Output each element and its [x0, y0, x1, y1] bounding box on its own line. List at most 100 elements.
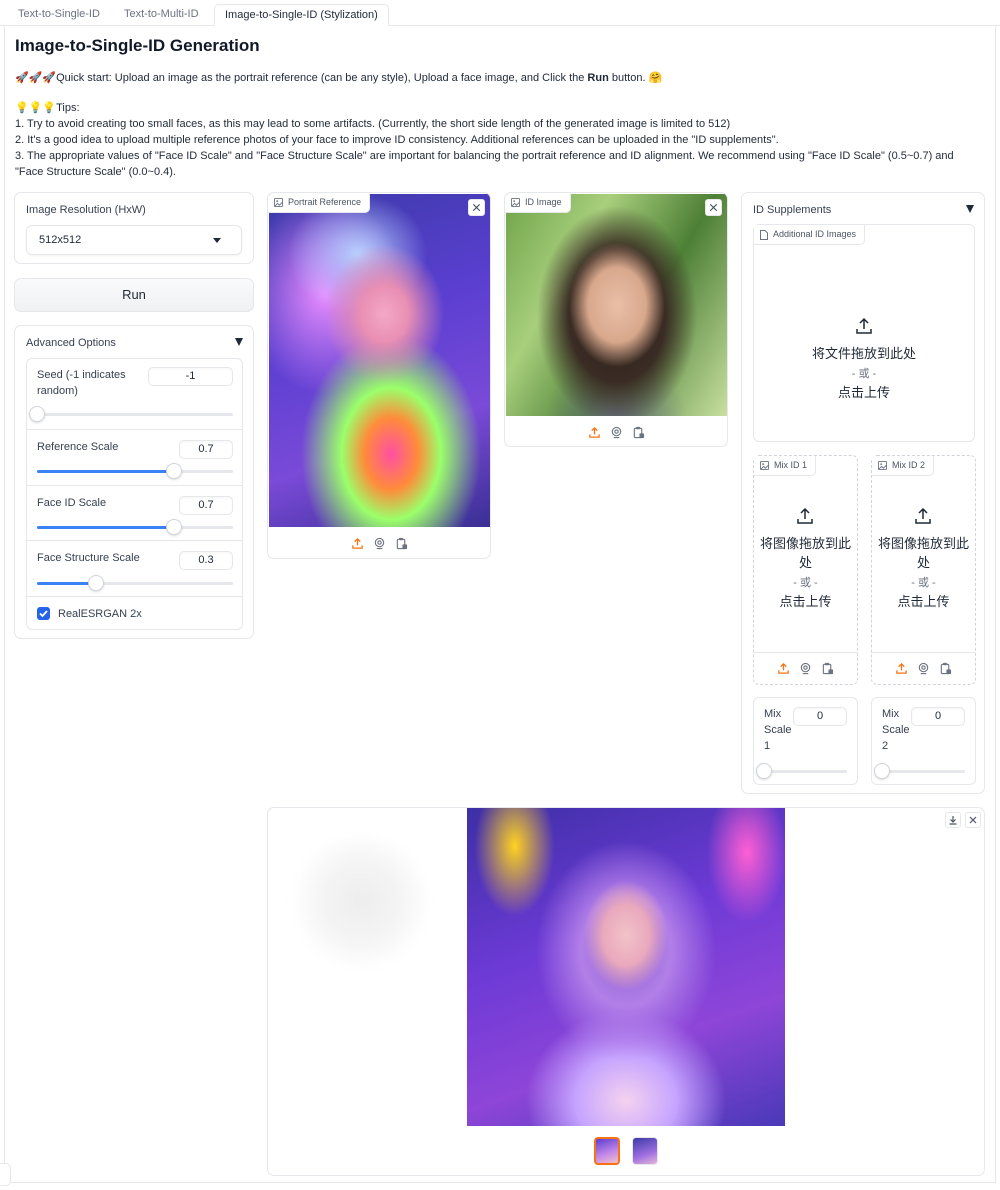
- tip-1: 1. Try to avoid creating too small faces…: [15, 118, 731, 130]
- additional-id-images-tag: Additional ID Images: [754, 225, 866, 245]
- face-structure-scale-label: Face Structure Scale: [37, 552, 140, 564]
- generated-image[interactable]: [467, 808, 785, 1126]
- upload-icon[interactable]: [351, 537, 364, 550]
- webcam-icon[interactable]: [610, 426, 623, 439]
- realesrgan-checkbox[interactable]: [37, 607, 50, 620]
- mix-scale-1-box: Mix Scale 1 0: [753, 697, 858, 785]
- download-icon[interactable]: [945, 812, 961, 828]
- gallery-thumbnail-2[interactable]: [632, 1137, 658, 1165]
- portrait-reference-panel: Portrait Reference: [267, 192, 491, 559]
- image-icon: [878, 461, 887, 470]
- webcam-icon[interactable]: [799, 662, 812, 675]
- portrait-reference-close-icon[interactable]: [468, 199, 485, 216]
- upload-icon[interactable]: [895, 662, 908, 675]
- seed-input[interactable]: -1: [148, 367, 233, 386]
- advanced-options-title[interactable]: Advanced Options: [26, 337, 116, 349]
- mix-id-2-dropzone[interactable]: Mix ID 2 将图像拖放到此 处 - 或 - 点击上传: [871, 455, 976, 685]
- face-structure-scale-slider[interactable]: [37, 575, 233, 591]
- side-handle[interactable]: [0, 1163, 11, 1186]
- realesrgan-row[interactable]: RealESRGAN 2x: [27, 597, 242, 630]
- image-icon: [274, 198, 283, 207]
- run-button[interactable]: Run: [14, 278, 254, 312]
- portrait-reference-label: Portrait Reference: [288, 197, 362, 207]
- portrait-reference-image: [269, 194, 490, 527]
- seed-label: Seed (-1 indicates random): [37, 369, 126, 397]
- id-supplements-title[interactable]: ID Supplements: [753, 204, 831, 216]
- face-structure-scale-input[interactable]: 0.3: [179, 551, 233, 570]
- face-id-scale-label: Face ID Scale: [37, 497, 107, 509]
- face-structure-scale-slider-handle[interactable]: [87, 575, 104, 591]
- seed-slider-handle[interactable]: [29, 406, 45, 422]
- resolution-select[interactable]: 512x512: [26, 225, 242, 255]
- mix-id-2-label: Mix ID 2: [892, 460, 926, 470]
- realesrgan-label: RealESRGAN 2x: [58, 608, 142, 620]
- mix-scale-2-label-line1: Mix: [882, 708, 900, 720]
- tips-header: 💡💡💡Tips:: [15, 102, 80, 114]
- mix-scale-2-slider[interactable]: [874, 763, 965, 779]
- mix-scale-1-input[interactable]: 0: [793, 707, 847, 726]
- tab-text-to-multi-id[interactable]: Text-to-Multi-ID: [114, 4, 209, 26]
- mix-scale-1-label: Mix Scale 1: [764, 706, 792, 754]
- clipboard-icon[interactable]: [632, 426, 645, 439]
- page-title: Image-to-Single-ID Generation: [15, 36, 260, 55]
- mix-id-1-drop-line2: 处: [798, 555, 812, 570]
- clipboard-icon[interactable]: [821, 662, 834, 675]
- gallery-thumbnail-1[interactable]: [594, 1137, 620, 1165]
- reference-scale-row: Reference Scale 0.7: [27, 430, 242, 486]
- webcam-icon[interactable]: [917, 662, 930, 675]
- webcam-icon[interactable]: [373, 537, 386, 550]
- quick-start-post: button. 🤗: [608, 72, 663, 84]
- face-structure-scale-row: Face Structure Scale 0.3: [27, 541, 242, 597]
- mix-scale-1-slider[interactable]: [756, 763, 847, 779]
- mix-id-1-tag: Mix ID 1: [754, 456, 817, 476]
- image-icon: [511, 198, 520, 207]
- mix-scale-1-label-line3: 1: [764, 740, 771, 752]
- mix-scale-1-slider-handle[interactable]: [756, 763, 772, 779]
- clipboard-icon[interactable]: [395, 537, 408, 550]
- mix-id-1-drop-line1: 将图像拖放到此: [759, 536, 851, 551]
- resolution-label: Image Resolution (HxW): [26, 204, 146, 216]
- mix-id-1-or-text: - 或 -: [793, 577, 818, 589]
- id-image-label: ID Image: [525, 197, 562, 207]
- upload-icon[interactable]: [588, 426, 601, 439]
- mix-scale-2-slider-handle[interactable]: [874, 763, 890, 779]
- tab-image-to-single-id[interactable]: Image-to-Single-ID (Stylization): [214, 4, 389, 26]
- seed-slider[interactable]: [29, 406, 233, 422]
- mix-scale-2-box: Mix Scale 2 0: [871, 697, 976, 785]
- portrait-reference-tag: Portrait Reference: [268, 193, 371, 213]
- check-icon: [39, 610, 48, 618]
- upload-icon: [915, 507, 931, 524]
- additional-id-images-dropzone[interactable]: Additional ID Images 将文件拖放到此处 - 或 - 点击上传: [753, 224, 975, 442]
- resolution-panel: Image Resolution (HxW) 512x512: [14, 192, 254, 264]
- close-icon[interactable]: [965, 812, 981, 828]
- id-supplements-panel: ID Supplements Additional ID Images 将文件拖…: [741, 192, 985, 794]
- quick-start-emoji: 🚀🚀🚀: [15, 72, 57, 84]
- tip-3: 3. The appropriate values of "Face ID Sc…: [15, 150, 954, 178]
- id-image-tag: ID Image: [505, 193, 571, 213]
- resolution-value: 512x512: [39, 234, 82, 246]
- advanced-options-body: Seed (-1 indicates random) -1 Reference …: [26, 358, 243, 630]
- triangle-down-icon[interactable]: [235, 338, 243, 346]
- reference-scale-slider[interactable]: [37, 463, 233, 479]
- triangle-down-icon[interactable]: [966, 205, 974, 213]
- quick-start-pre: Quick start: Upload an image as the port…: [56, 72, 588, 84]
- face-id-scale-row: Face ID Scale 0.7: [27, 486, 242, 541]
- mix-id-2-drop-line1: 将图像拖放到此: [877, 536, 969, 551]
- reference-scale-input[interactable]: 0.7: [179, 440, 233, 459]
- clipboard-icon[interactable]: [939, 662, 952, 675]
- reference-scale-slider-handle[interactable]: [166, 463, 183, 479]
- upload-icon[interactable]: [777, 662, 790, 675]
- file-icon: [760, 229, 768, 240]
- face-id-scale-slider-handle[interactable]: [166, 519, 183, 535]
- mix-scale-2-input[interactable]: 0: [911, 707, 965, 726]
- mix-id-1-dropzone[interactable]: Mix ID 1 将图像拖放到此 处 - 或 - 点击上传: [753, 455, 858, 685]
- id-image-close-icon[interactable]: [705, 199, 722, 216]
- face-id-scale-slider-fill: [37, 526, 175, 529]
- seed-row: Seed (-1 indicates random) -1: [27, 359, 242, 430]
- mix-id-2-drop-line2: 处: [916, 555, 930, 570]
- tab-text-to-single-id[interactable]: Text-to-Single-ID: [8, 4, 110, 26]
- face-id-scale-slider[interactable]: [37, 519, 233, 535]
- face-id-scale-input[interactable]: 0.7: [179, 496, 233, 515]
- mix-scale-1-label-line2: Scale: [764, 724, 792, 736]
- divider: [872, 652, 975, 653]
